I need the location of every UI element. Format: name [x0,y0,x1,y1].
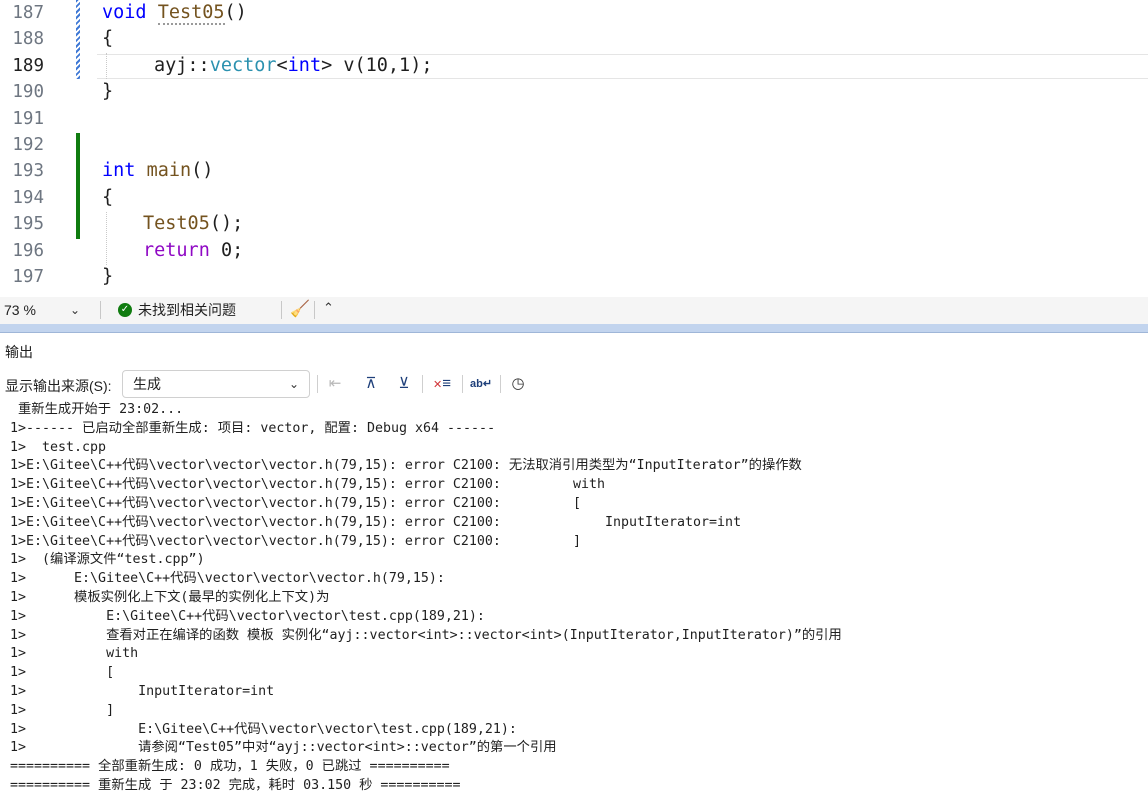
code-line[interactable]: 190 } [0,79,1148,105]
source-value: 生成 [133,376,161,392]
divider [281,301,282,319]
issues-indicator[interactable]: ✓ 未找到相关问题 [118,299,236,321]
line-number: 188 [12,29,44,50]
zoom-dropdown[interactable]: 73 % ⌄ [0,299,88,321]
line-number: 196 [12,240,44,261]
output-line: 1>E:\Gitee\C++代码\vector\vector\vector.h(… [10,533,581,549]
issues-text: 未找到相关问题 [138,302,236,318]
output-line: ========== 全部重新生成: 0 成功，1 失败，0 已跳过 =====… [10,759,450,775]
clock-icon[interactable]: ◷ [508,374,528,394]
code-line[interactable]: 195 Test05(); [0,211,1148,237]
zoom-value: 73 % [4,302,36,318]
code-text[interactable]: ayj::vector<int> v(10,1); [154,53,432,79]
code-line[interactable]: 197 } [0,264,1148,290]
code-text[interactable]: int main() [102,158,213,184]
code-line[interactable]: 187 void Test05() [0,0,1148,26]
output-line: 1> E:\Gitee\C++代码\vector\vector\test.cpp… [10,608,485,624]
code-line[interactable]: 191 [0,106,1148,132]
output-line: 1> (编译源文件“test.cpp”) [10,552,205,568]
chevron-up-icon[interactable]: ⌃ [323,300,334,316]
output-line: 1>E:\Gitee\C++代码\vector\vector\vector.h(… [10,477,605,493]
output-line: 1> E:\Gitee\C++代码\vector\vector\test.cpp… [10,721,517,737]
code-line[interactable]: 192 [0,132,1148,158]
output-line: 1> test.cpp [10,439,107,455]
output-line: 1> InputIterator=int [10,683,275,699]
output-line: 1> E:\Gitee\C++代码\vector\vector\vector.h… [10,571,445,587]
divider [500,375,501,393]
code-text[interactable]: } [102,79,113,105]
code-text[interactable]: { [102,185,113,211]
chevron-down-icon: ⌄ [69,303,80,317]
go-to-location-icon[interactable]: ⇤ [325,374,345,394]
line-number: 197 [12,267,44,287]
output-line: 重新生成开始于 23:02... [10,402,184,417]
output-line: 1> with [10,646,139,662]
line-number: 191 [12,108,44,129]
code-editor[interactable]: 187 void Test05() 188 { 189 ayj::vector<… [0,0,1148,297]
output-line: 1> 模板实例化上下文(最早的实例化上下文)为 [10,589,330,605]
line-number: 189 [12,55,44,76]
code-line[interactable]: 194 { [0,185,1148,211]
code-text[interactable]: } [102,264,113,290]
code-text[interactable]: Test05(); [143,211,243,237]
line-number: 193 [12,161,44,182]
panel-title: 输出 [5,344,33,360]
code-cleanup-icon[interactable]: 🧹 [290,299,310,319]
divider [317,375,318,393]
clear-all-icon[interactable]: ✕≡ [432,374,452,394]
output-line: 1>------ 已启动全部重新生成: 项目: vector, 配置: Debu… [10,420,496,436]
output-text[interactable]: 重新生成开始于 23:02... 1>------ 已启动全部重新生成: 项目:… [10,401,842,796]
code-line[interactable]: 188 { [0,26,1148,52]
source-label: 显示输出来源(S): [5,378,112,394]
check-circle-icon: ✓ [118,303,132,317]
chevron-down-icon: ⌄ [288,377,299,391]
output-line: 1> 查看对正在编译的函数 模板 实例化“ayj::vector<int>::v… [10,627,842,643]
output-line: 1> [ [10,665,115,681]
output-source-select[interactable]: 生成 ⌄ [122,370,310,398]
output-line: 1> ] [10,702,115,718]
divider [100,301,101,319]
output-toolbar: 显示输出来源(S): 生成 ⌄ ⇤ ⊼ ⊻ ✕≡ ab↵ ◷ [0,369,1148,399]
code-text[interactable]: return 0; [143,238,243,264]
panel-splitter[interactable] [0,324,1148,333]
output-line: ========== 重新生成 于 23:02 完成，耗时 03.150 秒 =… [10,777,461,793]
line-number: 192 [12,135,44,155]
line-number: 187 [12,3,44,23]
code-line-current[interactable]: 189 ayj::vector<int> v(10,1); [0,53,1148,79]
next-message-icon[interactable]: ⊻ [394,374,414,394]
output-line: 1> 请参阅“Test05”中对“ayj::vector<int>::vecto… [10,740,557,756]
code-text[interactable]: { [102,26,113,52]
line-number: 194 [12,187,44,208]
output-line: 1>E:\Gitee\C++代码\vector\vector\vector.h(… [10,495,581,511]
word-wrap-icon[interactable]: ab↵ [470,374,492,394]
divider [314,301,315,319]
output-panel: 输出 显示输出来源(S): 生成 ⌄ ⇤ ⊼ ⊻ ✕≡ ab↵ ◷ 重新生成开始… [0,333,1148,810]
line-number: 190 [12,82,44,103]
line-number: 195 [12,214,44,235]
code-line[interactable]: 193 int main() [0,158,1148,184]
output-line: 1>E:\Gitee\C++代码\vector\vector\vector.h(… [10,458,802,474]
editor-status-bar: 73 % ⌄ ✓ 未找到相关问题 🧹 ⌃ [0,297,1148,324]
previous-message-icon[interactable]: ⊼ [361,374,381,394]
divider [462,375,463,393]
divider [422,375,423,393]
output-line: 1>E:\Gitee\C++代码\vector\vector\vector.h(… [10,514,742,530]
code-line[interactable]: 196 return 0; [0,238,1148,264]
code-text[interactable]: void Test05() [102,0,247,26]
